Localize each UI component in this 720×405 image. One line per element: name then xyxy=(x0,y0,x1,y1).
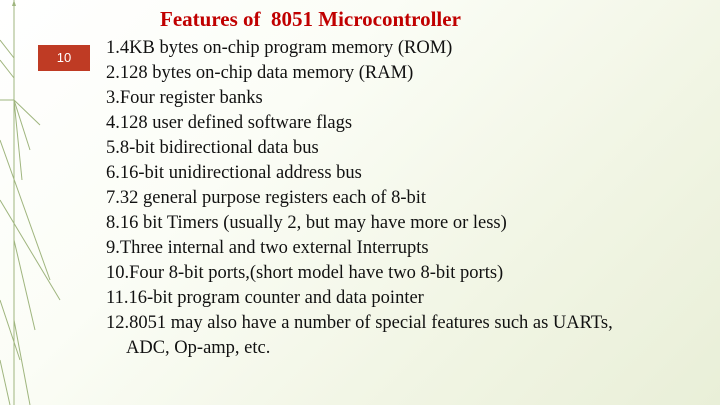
feature-item: 3. Four register banks xyxy=(106,86,706,111)
feature-item: 5. 8-bit bidirectional data bus xyxy=(106,136,706,161)
feature-text: 16-bit program counter and data pointer xyxy=(128,288,424,308)
feature-list: 1. 4KB bytes on-chip program memory (ROM… xyxy=(106,36,706,361)
feature-text-continuation: ADC, Op-amp, etc. xyxy=(126,338,271,358)
feature-text: 16-bit unidirectional address bus xyxy=(119,163,362,183)
feature-text: Four register banks xyxy=(119,88,263,108)
feature-text: 4KB bytes on-chip program memory (ROM) xyxy=(119,38,453,58)
feature-number: 11. xyxy=(106,288,129,308)
feature-number: 2. xyxy=(106,63,120,83)
feature-number: 5. xyxy=(106,138,120,158)
feature-item: 4. 128 user defined software flags xyxy=(106,111,706,136)
feature-text: Three internal and two external Interrup… xyxy=(119,238,429,258)
feature-item: 2. 128 bytes on-chip data memory (RAM) xyxy=(106,61,706,86)
feature-number: 4. xyxy=(106,113,120,133)
feature-text: 8051 may also have a number of special f… xyxy=(129,313,613,333)
feature-item: 1. 4KB bytes on-chip program memory (ROM… xyxy=(106,36,706,61)
feature-text: 128 user defined software flags xyxy=(119,113,353,133)
feature-number: 12. xyxy=(106,313,130,333)
feature-text: 16 bit Timers (usually 2, but may have m… xyxy=(119,213,507,233)
feature-item: 7. 32 general purpose registers each of … xyxy=(106,186,706,211)
feature-item: 6. 16-bit unidirectional address bus xyxy=(106,161,706,186)
feature-item: 10. Four 8-bit ports,(short model have t… xyxy=(106,261,706,286)
slide-number-badge: 10 xyxy=(38,45,90,71)
feature-number: 6. xyxy=(106,163,120,183)
feature-number: 10. xyxy=(106,263,130,283)
feature-text: 8-bit bidirectional data bus xyxy=(119,138,319,158)
feature-item: 11. 16-bit program counter and data poin… xyxy=(106,286,706,311)
feature-text: 128 bytes on-chip data memory (RAM) xyxy=(119,63,414,83)
feature-text: Four 8-bit ports,(short model have two 8… xyxy=(129,263,504,283)
feature-item: 12. 8051 may also have a number of speci… xyxy=(106,311,706,336)
feature-number: 7. xyxy=(106,188,120,208)
feature-item: 9. Three internal and two external Inter… xyxy=(106,236,706,261)
slide-title: Features of 8051 Microcontroller xyxy=(160,7,461,31)
feature-item: 8. 16 bit Timers (usually 2, but may hav… xyxy=(106,211,706,236)
feature-number: 8. xyxy=(106,213,120,233)
feature-number: 9. xyxy=(106,238,120,258)
feature-number: 3. xyxy=(106,88,120,108)
feature-number: 1. xyxy=(106,38,120,58)
feature-text: 32 general purpose registers each of 8-b… xyxy=(119,188,427,208)
